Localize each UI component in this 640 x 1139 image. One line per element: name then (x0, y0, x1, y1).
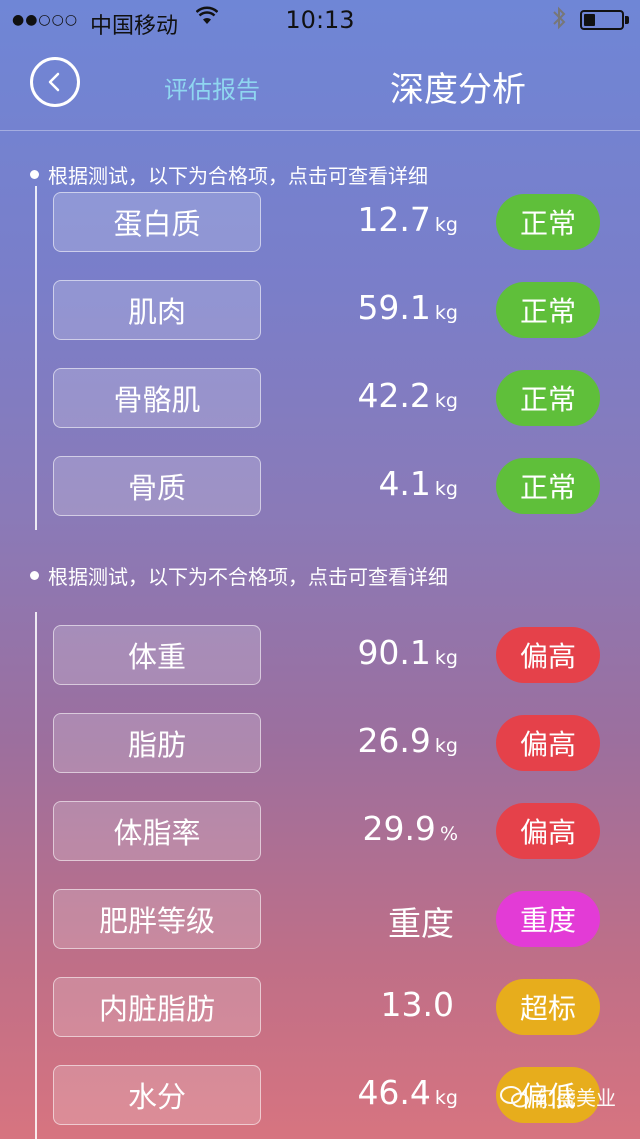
battery-icon (580, 10, 624, 30)
value-unit: kg (434, 1087, 458, 1109)
unqualified-row-weight[interactable]: 体重 90.1 kg 偏高 (0, 625, 640, 687)
status-badge: 偏高 (496, 715, 600, 771)
qualified-row-muscle[interactable]: 肌肉 59.1 kg 正常 (0, 280, 640, 342)
watermark: 幻盛美业 (500, 1082, 616, 1111)
status-badge: 正常 (496, 194, 600, 250)
page-title: 深度分析 (390, 70, 526, 110)
item-value: 4.1 kg (378, 464, 458, 510)
item-value: 29.9% (362, 809, 458, 855)
tab-report[interactable]: 评估报告 (164, 70, 260, 105)
status-badge: 正常 (496, 282, 600, 338)
item-value: 46.4 kg (357, 1073, 458, 1119)
qualified-row-protein[interactable]: 蛋白质 12.7 kg 正常 (0, 192, 640, 254)
nav-bar: 评估报告 深度分析 (0, 40, 640, 131)
item-value: 26.9 kg (357, 721, 458, 767)
value-unit: kg (434, 214, 458, 236)
value-number: 29.9 (362, 809, 436, 848)
item-name-button[interactable]: 肌肉 (53, 280, 261, 340)
item-value: 42.2 kg (357, 376, 458, 422)
unqualified-section-title: 根据测试，以下为不合格项，点击可查看详细 (30, 561, 448, 590)
value-unit: kg (434, 735, 458, 757)
status-badge: 超标 (496, 979, 600, 1035)
item-name-button[interactable]: 内脏脂肪 (53, 977, 261, 1037)
item-value: 59.1 kg (357, 288, 458, 334)
bullet-dot (30, 170, 39, 179)
item-name-button[interactable]: 体重 (53, 625, 261, 685)
value-number: 12.7 (357, 200, 431, 239)
status-bar: ●●○○○ 中国移动 10:13 (0, 0, 640, 40)
value-unit: kg (434, 302, 458, 324)
unqualified-row-obesity-level[interactable]: 肥胖等级 重度 重度 (0, 889, 640, 951)
item-value: 12.7 kg (357, 200, 458, 246)
value-number: 26.9 (357, 721, 431, 760)
item-name-button[interactable]: 体脂率 (53, 801, 261, 861)
value-unit: kg (434, 647, 458, 669)
value-number: 90.1 (357, 633, 431, 672)
value-unit: kg (434, 390, 458, 412)
status-badge: 正常 (496, 370, 600, 426)
qualified-section-label: 根据测试，以下为合格项，点击可查看详细 (48, 164, 428, 188)
bullet-dot (30, 571, 39, 580)
value-unit: % (439, 823, 458, 845)
item-value: 13.0 (381, 985, 458, 1031)
status-badge: 正常 (496, 458, 600, 514)
watermark-text: 幻盛美业 (536, 1086, 616, 1110)
unqualified-row-visceral-fat[interactable]: 内脏脂肪 13.0 超标 (0, 977, 640, 1039)
clock: 10:13 (285, 6, 355, 34)
value-number: 42.2 (357, 376, 431, 415)
bluetooth-icon (552, 6, 566, 35)
value-number: 重度 (388, 904, 454, 943)
item-value: 重度 (388, 897, 458, 943)
unqualified-row-body-fat-rate[interactable]: 体脂率 29.9% 偏高 (0, 801, 640, 863)
status-badge: 偏高 (496, 627, 600, 683)
qualified-row-skeletal-muscle[interactable]: 骨骼肌 42.2 kg 正常 (0, 368, 640, 430)
value-number: 46.4 (357, 1073, 431, 1112)
item-name-button[interactable]: 脂肪 (53, 713, 261, 773)
wechat-logo-icon (500, 1085, 529, 1107)
unqualified-row-fat[interactable]: 脂肪 26.9 kg 偏高 (0, 713, 640, 775)
value-number: 59.1 (357, 288, 431, 327)
status-badge: 重度 (496, 891, 600, 947)
value-number: 13.0 (380, 985, 454, 1024)
back-button[interactable] (30, 57, 80, 107)
unqualified-timeline (35, 612, 37, 1139)
status-badge: 偏高 (496, 803, 600, 859)
value-number: 4.1 (378, 464, 431, 503)
value-unit: kg (434, 478, 458, 500)
item-value: 90.1 kg (357, 633, 458, 679)
battery-level (584, 14, 595, 26)
item-name-button[interactable]: 骨质 (53, 456, 261, 516)
item-name-button[interactable]: 水分 (53, 1065, 261, 1125)
item-name-button[interactable]: 蛋白质 (53, 192, 261, 252)
chevron-left-icon (48, 72, 60, 92)
unqualified-section-label: 根据测试，以下为不合格项，点击可查看详细 (48, 565, 448, 589)
item-name-button[interactable]: 肥胖等级 (53, 889, 261, 949)
qualified-section-title: 根据测试，以下为合格项，点击可查看详细 (30, 160, 428, 189)
item-name-button[interactable]: 骨骼肌 (53, 368, 261, 428)
qualified-row-bone[interactable]: 骨质 4.1 kg 正常 (0, 456, 640, 518)
battery-tip (625, 16, 629, 24)
